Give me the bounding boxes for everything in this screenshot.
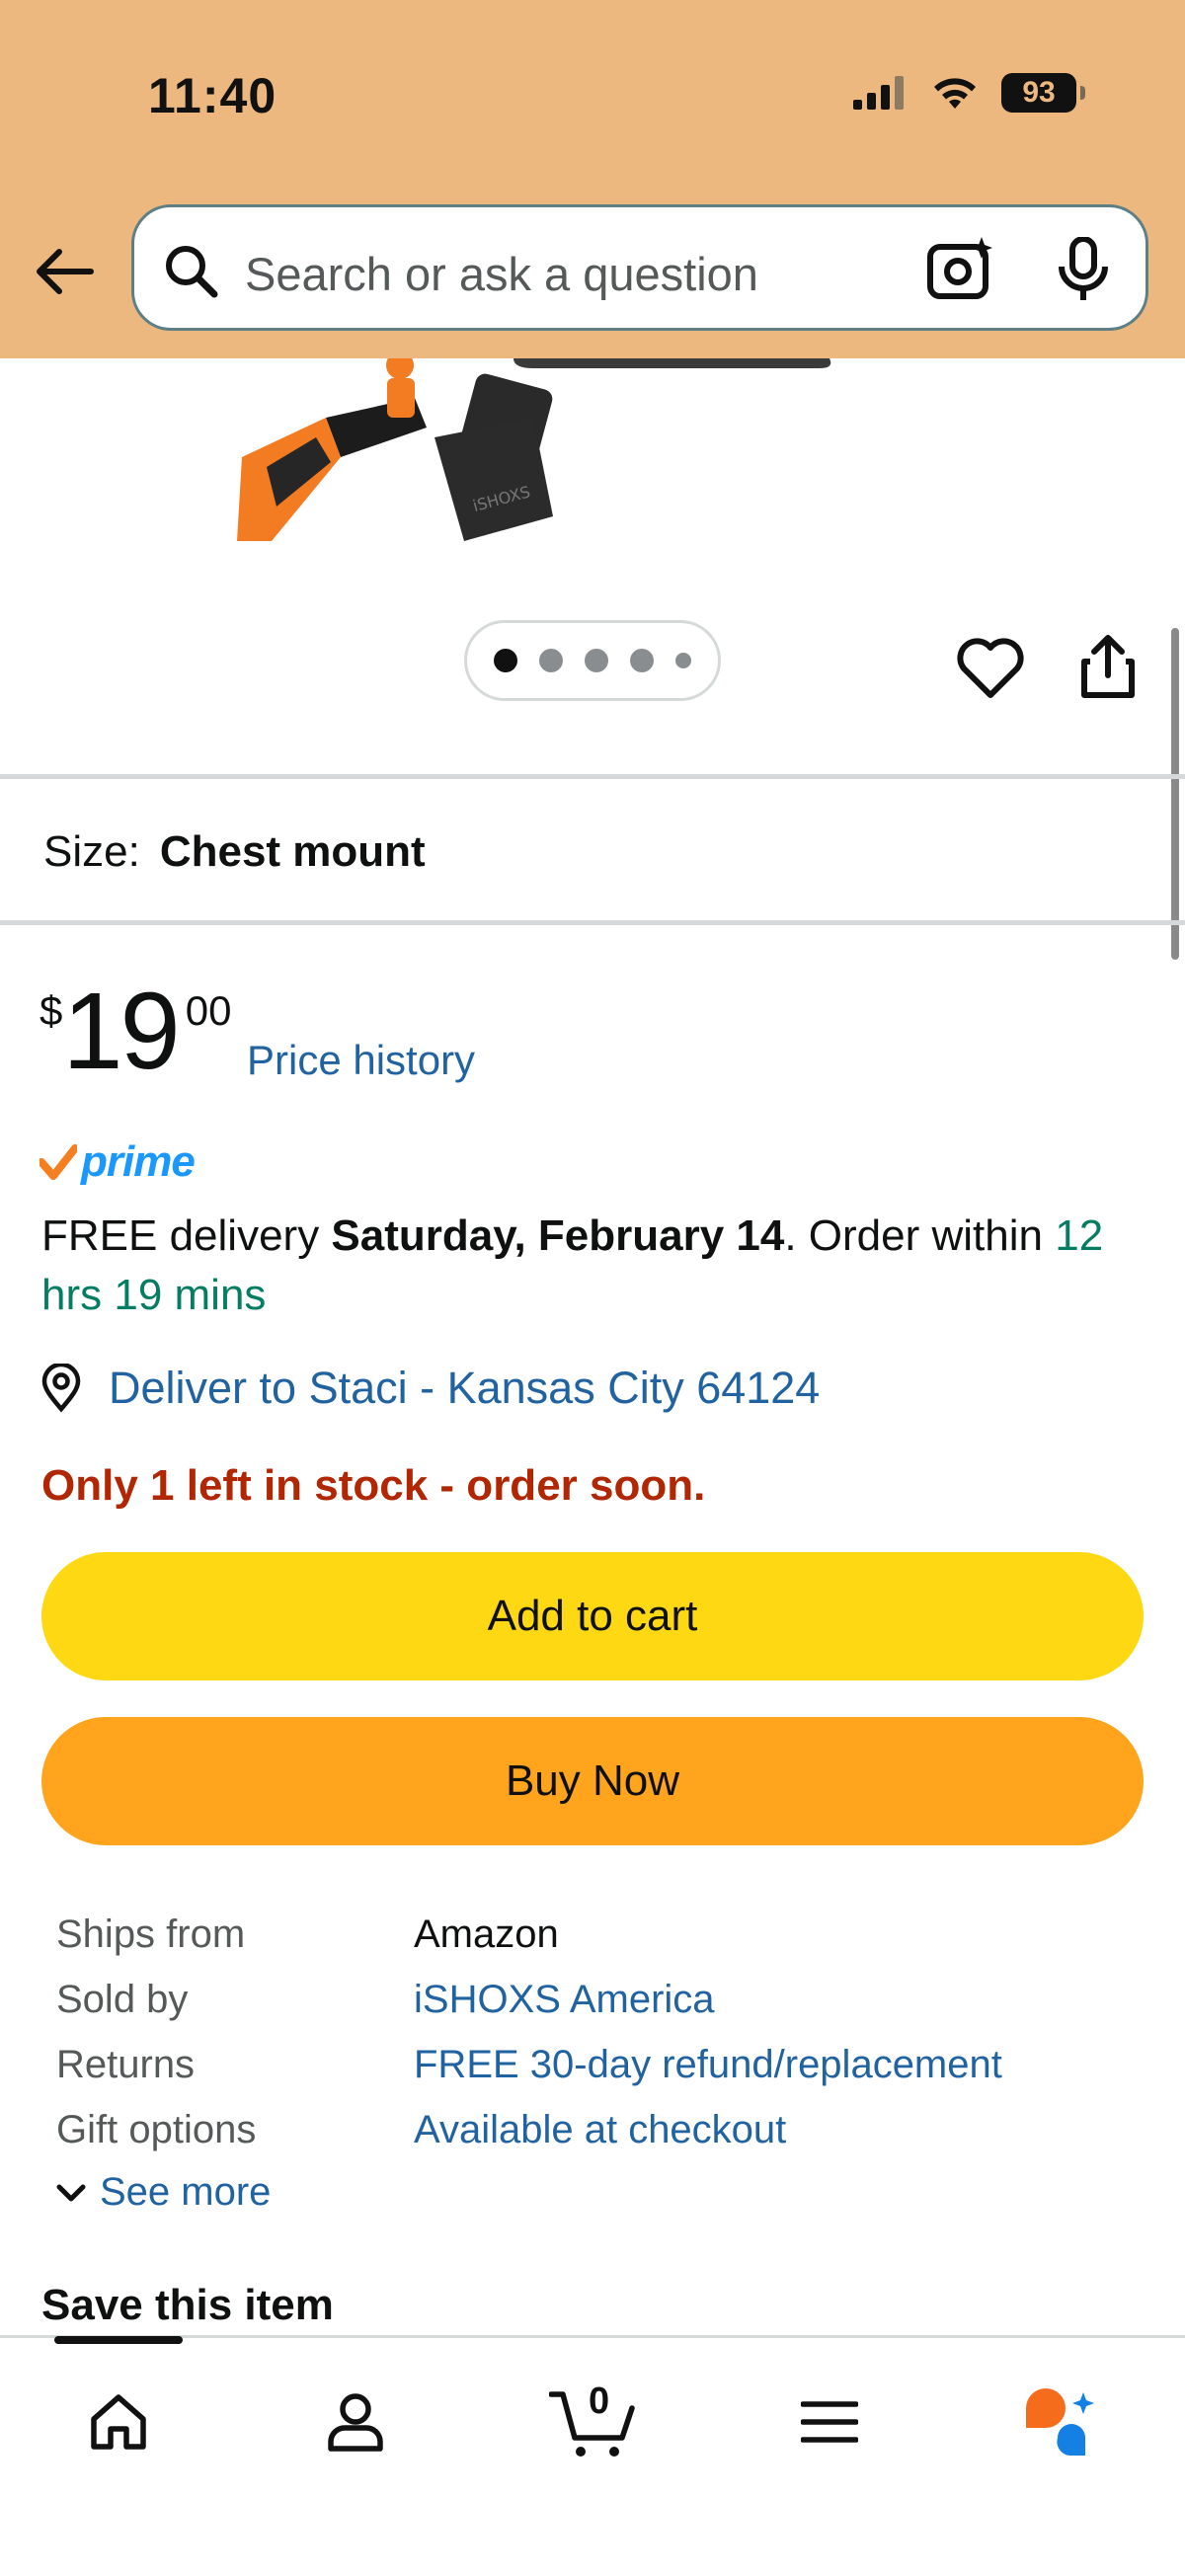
detail-key: Returns xyxy=(56,2042,196,2086)
top-header: 11:40 93 Search or ask a question xyxy=(0,0,1185,358)
price-history-link[interactable]: Price history xyxy=(247,1037,475,1084)
add-to-cart-button[interactable]: Add to cart xyxy=(41,1552,1144,1680)
microphone-icon[interactable] xyxy=(1056,237,1111,302)
search-bar[interactable]: Search or ask a question xyxy=(131,204,1148,331)
prime-label: prime xyxy=(81,1137,196,1186)
seller-details: Ships from Amazon Sold by iSHOXS America… xyxy=(56,1902,1002,2162)
gallery-dot[interactable] xyxy=(630,649,654,672)
share-icon[interactable] xyxy=(1078,632,1138,701)
price-symbol: $ xyxy=(40,987,63,1034)
deliver-to-text[interactable]: Deliver to Staci - Kansas City 64124 xyxy=(109,1363,820,1414)
prime-badge: prime xyxy=(40,1137,196,1187)
nav-rufus[interactable] xyxy=(1012,2373,1111,2471)
buy-now-button[interactable]: Buy Now xyxy=(41,1717,1144,1845)
divider xyxy=(0,920,1185,925)
rufus-assistant-icon xyxy=(1026,2388,1094,2457)
product-photo: iSHOXS xyxy=(237,351,831,541)
gallery-dot[interactable] xyxy=(539,649,563,672)
delivery-middle: . Order within xyxy=(784,1211,1056,1260)
scrollbar[interactable] xyxy=(1171,628,1179,960)
active-tab-indicator xyxy=(54,2336,183,2344)
gallery-dot[interactable] xyxy=(675,653,691,668)
divider xyxy=(0,774,1185,779)
size-value: Chest mount xyxy=(159,827,426,876)
price: $ 19 00 xyxy=(40,977,231,1086)
home-icon xyxy=(91,2394,146,2450)
price-fraction: 00 xyxy=(185,987,232,1034)
size-label: Size: xyxy=(43,827,140,876)
detail-row: Sold by iSHOXS America xyxy=(56,1967,1002,2032)
nav-menu[interactable] xyxy=(780,2373,879,2471)
prime-check-icon xyxy=(40,1144,77,1180)
location-pin-icon xyxy=(41,1364,81,1413)
nav-cart[interactable]: 0 xyxy=(543,2373,642,2471)
gallery-pagination[interactable] xyxy=(464,620,721,701)
detail-row: Ships from Amazon xyxy=(56,1902,1002,1967)
menu-icon xyxy=(801,2401,858,2443)
see-more-link[interactable]: See more xyxy=(56,2170,271,2215)
detail-row: Gift options Available at checkout xyxy=(56,2097,1002,2162)
signal-icon xyxy=(853,76,904,110)
cart-count: 0 xyxy=(589,2381,610,2422)
returns-link[interactable]: FREE 30-day refund/replacement xyxy=(414,2043,1002,2087)
chevron-down-icon xyxy=(56,2184,86,2201)
price-whole: 19 xyxy=(62,971,180,1092)
gallery-dot[interactable] xyxy=(585,649,608,672)
seller-link[interactable]: iSHOXS America xyxy=(414,1978,715,2022)
delivery-prefix: FREE delivery xyxy=(41,1211,332,1260)
deliver-to-link[interactable]: Deliver to Staci - Kansas City 64124 xyxy=(40,1363,820,1414)
gift-options-link[interactable]: Available at checkout xyxy=(414,2108,786,2152)
bottom-nav: 0 xyxy=(0,2335,1185,2576)
back-button[interactable] xyxy=(30,237,99,306)
search-input[interactable]: Search or ask a question xyxy=(245,247,758,301)
battery-indicator: 93 xyxy=(1001,73,1085,113)
size-selector[interactable]: Size: Chest mount xyxy=(43,827,426,877)
detail-key: Sold by xyxy=(56,1977,189,2021)
gallery-dot[interactable] xyxy=(494,649,517,672)
see-more-label[interactable]: See more xyxy=(100,2170,271,2215)
detail-key: Ships from xyxy=(56,1912,246,1956)
save-item-heading: Save this item xyxy=(41,2281,334,2329)
delivery-date: Saturday, February 14 xyxy=(331,1211,785,1260)
nav-home[interactable] xyxy=(69,2373,168,2471)
search-icon xyxy=(166,246,218,298)
back-arrow-icon xyxy=(37,249,94,294)
detail-key: Gift options xyxy=(56,2107,257,2151)
nav-account[interactable] xyxy=(306,2373,405,2471)
detail-value: Amazon xyxy=(414,1912,559,1956)
status-time: 11:40 xyxy=(148,68,277,123)
stock-warning: Only 1 left in stock - order soon. xyxy=(41,1461,706,1510)
product-image[interactable]: iSHOXS xyxy=(0,351,1185,556)
status-icons: 93 xyxy=(853,73,1085,113)
heart-icon[interactable] xyxy=(956,638,1025,699)
user-icon xyxy=(328,2393,383,2452)
delivery-info: FREE delivery Saturday, February 14. Ord… xyxy=(41,1207,1147,1325)
camera-search-icon[interactable] xyxy=(926,235,997,302)
detail-row: Returns FREE 30-day refund/replacement xyxy=(56,2032,1002,2097)
wifi-icon xyxy=(934,78,976,109)
